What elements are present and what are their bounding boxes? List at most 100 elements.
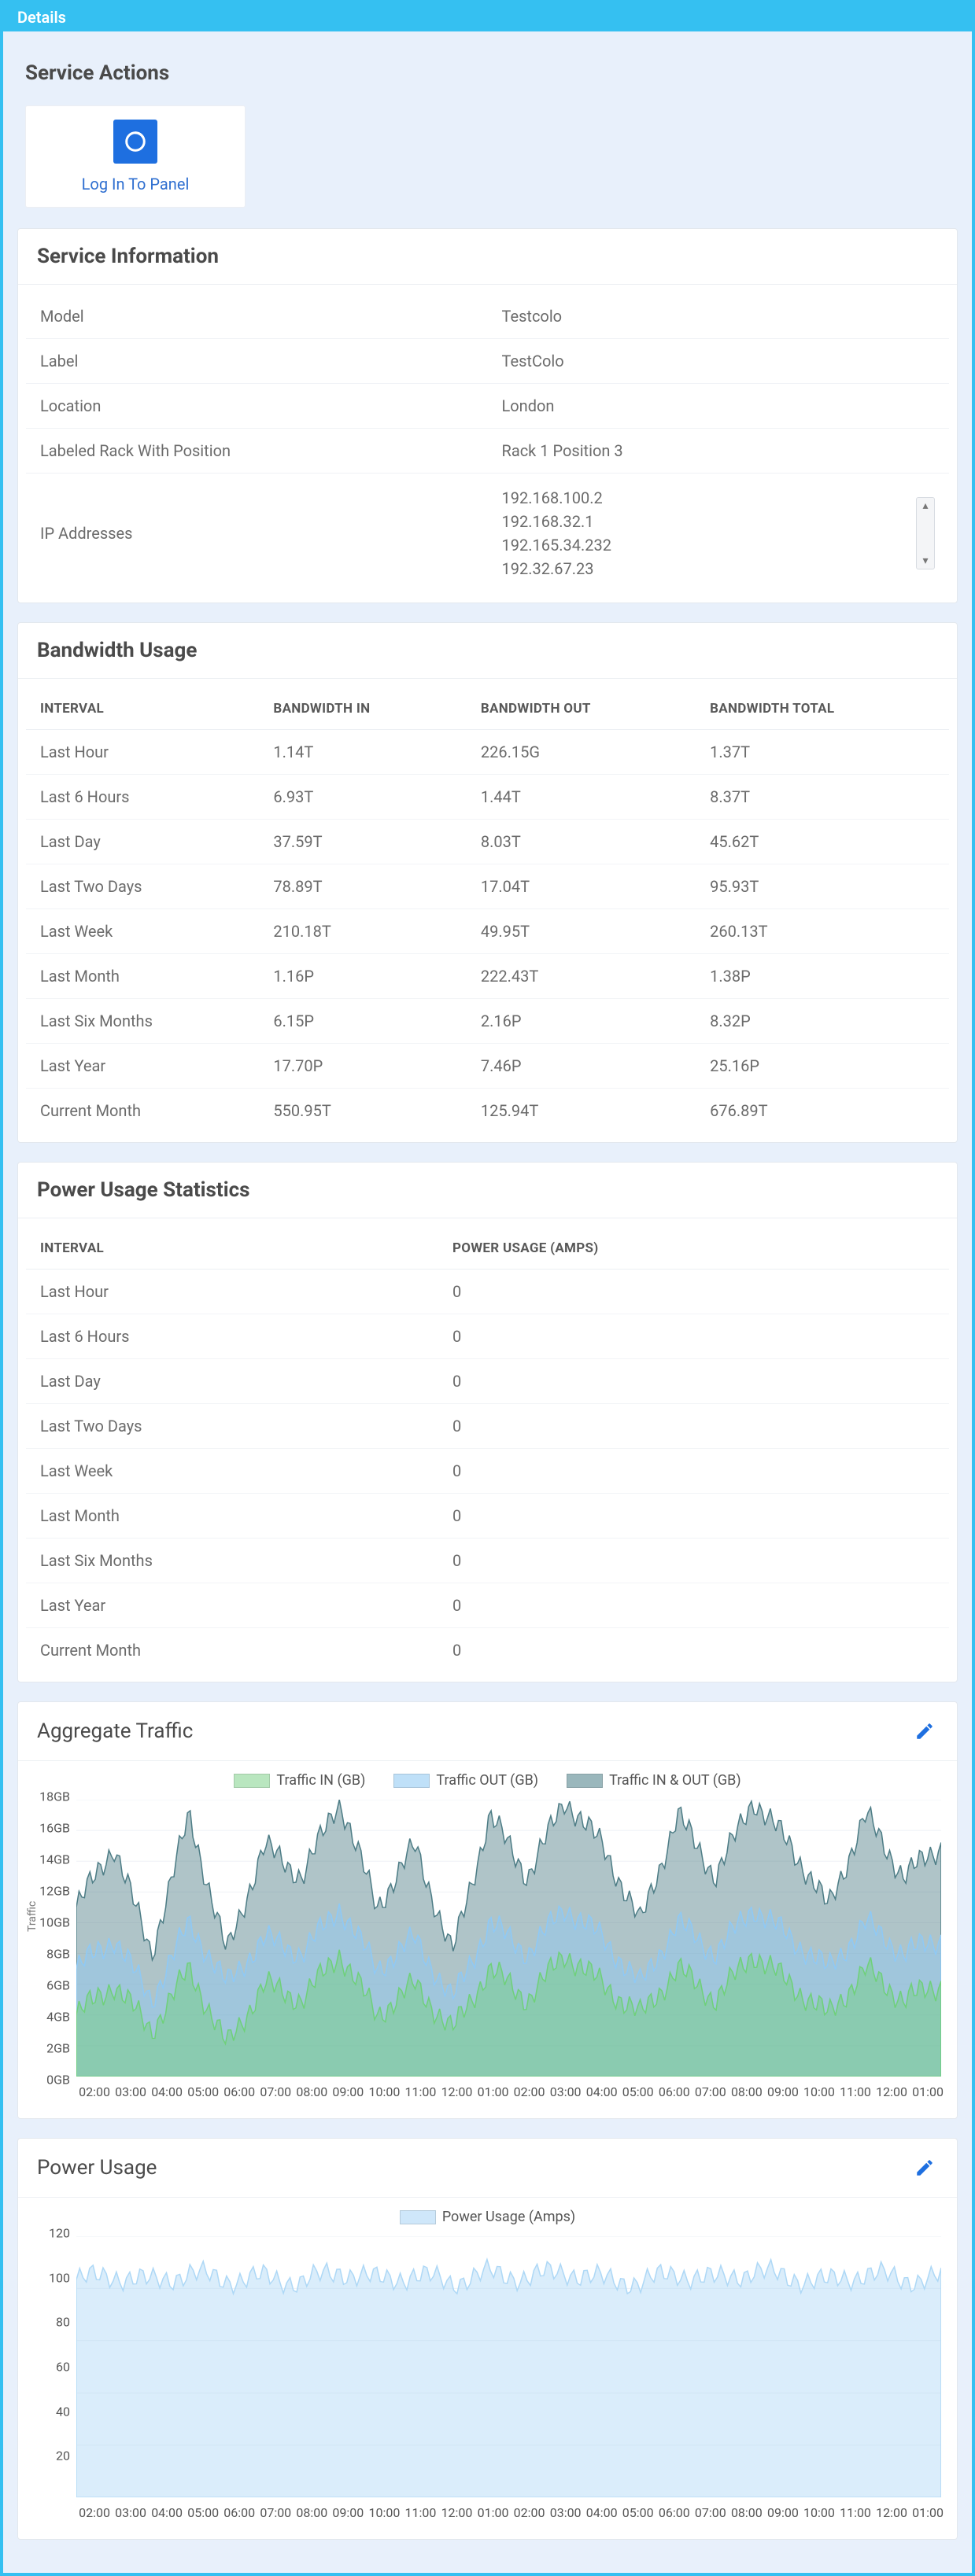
x-tick: 12:00	[438, 2084, 475, 2099]
x-tick: 07:00	[257, 2505, 294, 2520]
x-tick: 08:00	[294, 2505, 330, 2520]
column-header: BANDWIDTH IN	[259, 688, 466, 730]
x-tick: 06:00	[221, 2505, 257, 2520]
cell-bandwidth-out: 226.15G	[467, 730, 696, 775]
cell-interval: Current Month	[26, 1089, 259, 1133]
y-tick: 60	[56, 2360, 70, 2375]
cell-bandwidth-total: 25.16P	[696, 1044, 949, 1089]
cell-interval: Current Month	[26, 1628, 438, 1673]
cell-interval: Last Day	[26, 820, 259, 864]
x-tick: 10:00	[366, 2505, 402, 2520]
x-tick: 03:00	[113, 2084, 149, 2099]
cell-bandwidth-in: 6.93T	[259, 775, 466, 820]
info-value: London	[488, 384, 950, 429]
table-row: Last Year 17.70P 7.46P 25.16P	[26, 1044, 949, 1089]
service-information-heading: Service Information	[18, 229, 957, 285]
ip-address: 192.32.67.23	[502, 557, 611, 580]
x-tick: 05:00	[185, 2505, 221, 2520]
cell-bandwidth-total: 676.89T	[696, 1089, 949, 1133]
cell-bandwidth-out: 7.46P	[467, 1044, 696, 1089]
ip-address: 192.168.100.2	[502, 486, 611, 510]
cell-power-value: 0	[438, 1628, 949, 1673]
x-tick: 04:00	[149, 2084, 185, 2099]
info-label: IP Addresses	[26, 474, 488, 594]
x-tick: 08:00	[294, 2084, 330, 2099]
info-label: Location	[26, 384, 488, 429]
cell-interval: Last Six Months	[26, 1539, 438, 1583]
cell-bandwidth-in: 1.16P	[259, 954, 466, 999]
service-actions-heading: Service Actions	[17, 46, 958, 105]
table-row: Last Hour 1.14T 226.15G 1.37T	[26, 730, 949, 775]
caret-up-icon[interactable]: ▴	[917, 500, 934, 511]
caret-down-icon[interactable]: ▾	[917, 555, 934, 566]
x-tick: 06:00	[656, 2505, 692, 2520]
table-row: Last 6 Hours 6.93T 1.44T 8.37T	[26, 775, 949, 820]
y-tick: 40	[56, 2404, 70, 2419]
cell-bandwidth-out: 1.44T	[467, 775, 696, 820]
traffic-x-axis: 02:0003:0004:0005:0006:0007:0008:0009:00…	[29, 2084, 946, 2099]
y-tick: 0GB	[46, 2073, 70, 2088]
table-row: Last Two Days 78.89T 17.04T 95.93T	[26, 864, 949, 909]
cell-interval: Last Two Days	[26, 864, 259, 909]
column-header: POWER USAGE (AMPS)	[438, 1228, 949, 1270]
y-tick: 80	[56, 2315, 70, 2330]
window-titlebar: Details	[3, 3, 972, 31]
x-tick: 08:00	[729, 2084, 765, 2099]
x-tick: 08:00	[729, 2505, 765, 2520]
aggregate-traffic-legend: Traffic IN (GB) Traffic OUT (GB) Traffic…	[29, 1772, 946, 1789]
table-row: Last Month 1.16P 222.43T 1.38P	[26, 954, 949, 999]
x-tick: 04:00	[584, 2084, 620, 2099]
table-row: Last Week 0	[26, 1449, 949, 1494]
ip-address: 192.168.32.1	[502, 510, 611, 533]
x-tick: 09:00	[765, 2505, 801, 2520]
aggregate-traffic-heading: Aggregate Traffic	[37, 1719, 193, 1743]
info-row: LocationLondon	[26, 384, 949, 429]
y-tick: 120	[49, 2226, 70, 2241]
ip-scrollbar[interactable]: ▴▾	[916, 497, 935, 569]
cell-bandwidth-in: 17.70P	[259, 1044, 466, 1089]
cell-bandwidth-out: 2.16P	[467, 999, 696, 1044]
edit-aggregate-traffic-button[interactable]	[911, 1718, 938, 1745]
cell-bandwidth-total: 8.32P	[696, 999, 949, 1044]
cell-interval: Last Week	[26, 1449, 438, 1494]
power-usage-stats-heading: Power Usage Statistics	[18, 1163, 957, 1218]
x-tick: 06:00	[221, 2084, 257, 2099]
y-tick: 12GB	[39, 1884, 70, 1899]
x-tick: 12:00	[873, 2084, 910, 2099]
info-row-ip: IP Addresses 192.168.100.2192.168.32.1 19…	[26, 474, 949, 594]
pencil-icon	[914, 2158, 935, 2178]
edit-power-usage-button[interactable]	[911, 2154, 938, 2181]
x-tick: 07:00	[257, 2084, 294, 2099]
cell-bandwidth-in: 6.15P	[259, 999, 466, 1044]
login-to-panel-label[interactable]: Log In To Panel	[82, 175, 190, 193]
column-header: BANDWIDTH OUT	[467, 688, 696, 730]
table-row: Last Week 210.18T 49.95T 260.13T	[26, 909, 949, 954]
cell-power-value: 0	[438, 1583, 949, 1628]
table-row: Last Month 0	[26, 1494, 949, 1539]
x-tick: 03:00	[548, 2505, 584, 2520]
cell-bandwidth-total: 45.62T	[696, 820, 949, 864]
column-header: INTERVAL	[26, 688, 259, 730]
table-row: Last Year 0	[26, 1583, 949, 1628]
cell-interval: Last Week	[26, 909, 259, 954]
info-value: Rack 1 Position 3	[488, 429, 950, 474]
x-tick: 09:00	[765, 2084, 801, 2099]
cell-interval: Last Hour	[26, 730, 259, 775]
login-to-panel-tile[interactable]: Log In To Panel	[25, 105, 246, 208]
cell-bandwidth-total: 260.13T	[696, 909, 949, 954]
cell-interval: Last Hour	[26, 1270, 438, 1314]
x-tick: 12:00	[438, 2505, 475, 2520]
y-tick: 14GB	[39, 1852, 70, 1867]
x-tick: 09:00	[330, 2505, 366, 2520]
x-tick: 09:00	[330, 2084, 366, 2099]
cell-interval: Last Day	[26, 1359, 438, 1404]
cell-interval: Last Year	[26, 1044, 259, 1089]
x-tick: 07:00	[692, 2084, 729, 2099]
cell-bandwidth-total: 95.93T	[696, 864, 949, 909]
y-tick: 20	[56, 2449, 70, 2464]
bandwidth-usage-heading: Bandwidth Usage	[18, 623, 957, 679]
aggregate-traffic-card: Aggregate Traffic Traffic IN (GB) Traffi…	[17, 1701, 958, 2119]
cell-bandwidth-out: 49.95T	[467, 909, 696, 954]
x-tick: 01:00	[910, 2505, 946, 2520]
cell-interval: Last Two Days	[26, 1404, 438, 1449]
